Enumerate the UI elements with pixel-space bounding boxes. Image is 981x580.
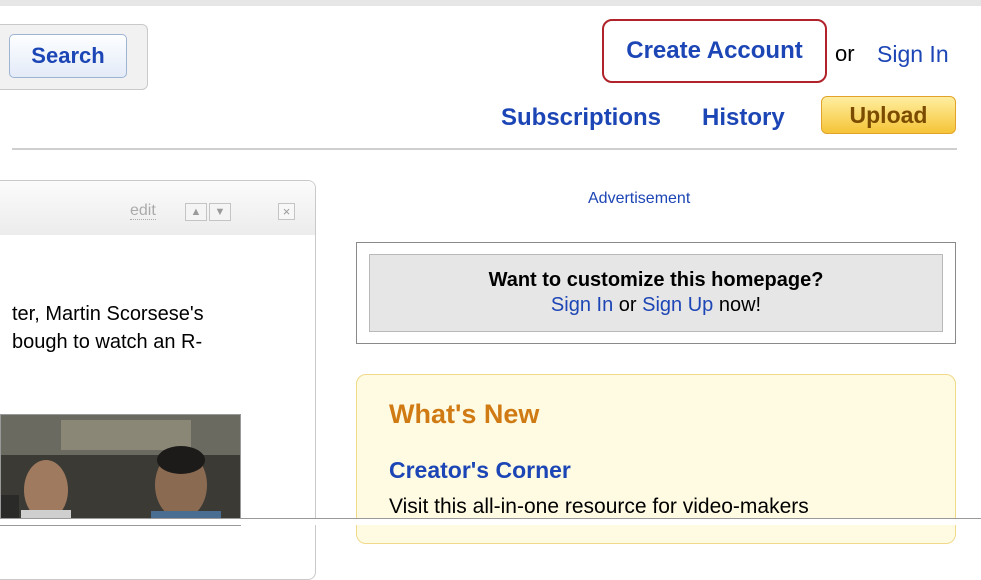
- customize-sign-up-link[interactable]: Sign Up: [642, 294, 713, 316]
- video-thumbnail-image: [1, 415, 240, 525]
- sign-in-link[interactable]: Sign In: [877, 41, 949, 68]
- subscriptions-link[interactable]: Subscriptions: [501, 104, 661, 132]
- creators-corner-link[interactable]: Creator's Corner: [389, 457, 571, 484]
- customize-sign-in-link[interactable]: Sign In: [551, 294, 613, 316]
- customize-panel: Want to customize this homepage? Sign In…: [369, 254, 943, 332]
- whats-new-title: What's New: [389, 399, 540, 429]
- customize-now-text: now!: [718, 294, 762, 316]
- customize-subtitle: Sign In or Sign Up now!: [370, 294, 942, 317]
- or-text: or: [835, 41, 855, 66]
- arrow-up-icon[interactable]: ▲: [185, 203, 207, 221]
- search-button[interactable]: Search: [9, 34, 127, 78]
- history-link[interactable]: History: [702, 104, 785, 132]
- creators-corner-description: Visit this all-in-one resource for video…: [389, 495, 809, 518]
- arrow-down-icon[interactable]: ▼: [209, 203, 231, 221]
- module-text-line-2: bough to watch an R-: [12, 331, 203, 353]
- module-text-line-1: ter, Martin Scorsese's: [12, 303, 204, 325]
- search-bar-container: Search: [0, 24, 148, 90]
- create-account-link[interactable]: Create Account: [602, 19, 827, 83]
- module-header: edit ▲ ▼ ×: [0, 181, 315, 235]
- advertisement-label: Advertisement: [588, 190, 691, 207]
- customize-or-text: or: [618, 294, 637, 316]
- customize-box: Want to customize this homepage? Sign In…: [356, 242, 956, 344]
- close-icon[interactable]: ×: [278, 203, 295, 220]
- customize-title: Want to customize this homepage?: [488, 269, 824, 291]
- video-thumbnail[interactable]: [0, 414, 241, 526]
- edit-link[interactable]: edit: [130, 203, 156, 220]
- header-divider: [12, 148, 957, 150]
- top-border: [0, 0, 981, 6]
- module-description: ter, Martin Scorsese's bough to watch an…: [12, 300, 312, 356]
- upload-button[interactable]: Upload: [821, 96, 956, 134]
